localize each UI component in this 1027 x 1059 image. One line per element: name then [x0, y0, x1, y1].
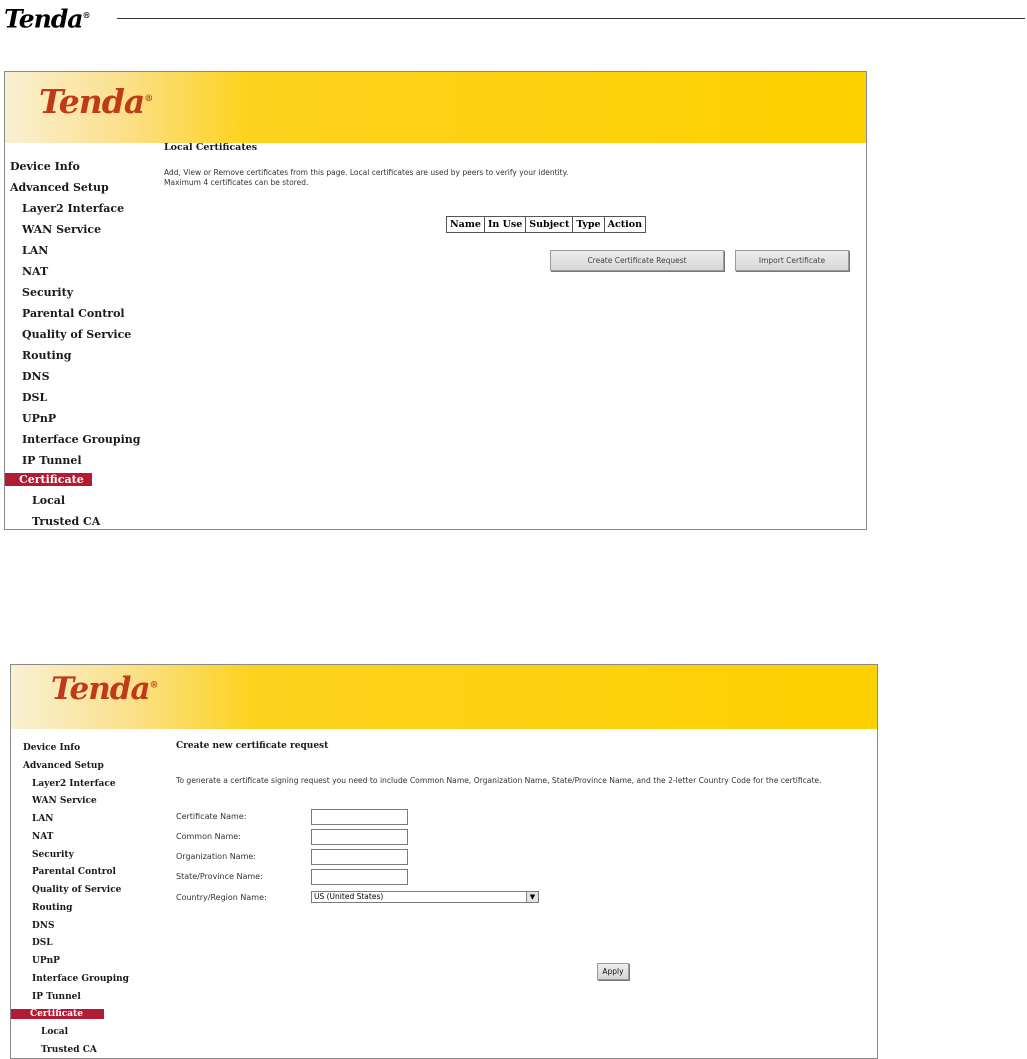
nav-trusted-ca[interactable]: Trusted CA: [41, 1045, 97, 1055]
nav-quality-of-service[interactable]: Quality of Service: [32, 885, 121, 895]
nav-local[interactable]: Local: [41, 1027, 68, 1037]
nav-certificate[interactable]: Certificate: [5, 473, 92, 486]
nav-certificate[interactable]: Certificate: [11, 1009, 104, 1019]
import-certificate-button[interactable]: Import Certificate: [735, 250, 849, 271]
create-certificate-request-button[interactable]: Create Certificate Request: [550, 250, 724, 271]
nav-nat[interactable]: NAT: [22, 265, 48, 278]
screenshot-create-certificate-request: Tenda® Device Info Advanced Setup Layer2…: [10, 664, 878, 1059]
sidebar-nav: Device Info Advanced Setup Layer2 Interf…: [5, 143, 158, 529]
nav-layer2-interface[interactable]: Layer2 Interface: [22, 202, 124, 215]
common-name-label: Common Name:: [176, 832, 241, 841]
top-banner: Tenda®: [5, 72, 866, 143]
state-province-name-input[interactable]: [311, 869, 408, 885]
nav-ip-tunnel[interactable]: IP Tunnel: [32, 992, 81, 1002]
col-action: Action: [603, 216, 647, 233]
nav-lan[interactable]: LAN: [22, 244, 48, 257]
nav-wan-service[interactable]: WAN Service: [22, 223, 101, 236]
nav-upnp[interactable]: UPnP: [32, 956, 60, 966]
nav-local[interactable]: Local: [32, 494, 65, 507]
state-province-name-label: State/Province Name:: [176, 872, 263, 881]
nav-dsl[interactable]: DSL: [22, 391, 47, 404]
nav-routing[interactable]: Routing: [32, 903, 72, 913]
nav-advanced-setup[interactable]: Advanced Setup: [23, 761, 104, 771]
chevron-down-icon[interactable]: ▼: [526, 892, 538, 902]
organization-name-input[interactable]: [311, 849, 408, 865]
nav-trusted-ca[interactable]: Trusted CA: [32, 515, 100, 528]
certificate-name-label: Certificate Name:: [176, 812, 247, 821]
col-name: Name: [446, 216, 485, 233]
sidebar-nav: Device Info Advanced Setup Layer2 Interf…: [11, 729, 147, 1058]
nav-parental-control[interactable]: Parental Control: [22, 307, 125, 320]
nav-dsl[interactable]: DSL: [32, 938, 53, 948]
nav-interface-grouping[interactable]: Interface Grouping: [22, 433, 141, 446]
col-subject: Subject: [525, 216, 574, 233]
nav-layer2-interface[interactable]: Layer2 Interface: [32, 779, 116, 789]
table-header-row: Name In Use Subject Type Action: [446, 216, 647, 233]
nav-wan-service[interactable]: WAN Service: [32, 796, 97, 806]
nav-device-info[interactable]: Device Info: [10, 160, 80, 173]
brand-logo: Tenda®: [39, 82, 153, 121]
page-title: Local Certificates: [164, 142, 258, 153]
brand-logo: Tenda®: [51, 671, 159, 707]
country-region-name-label: Country/Region Name:: [176, 893, 267, 902]
nav-security[interactable]: Security: [22, 286, 73, 299]
nav-security[interactable]: Security: [32, 850, 74, 860]
header-rule: [117, 18, 1025, 19]
common-name-input[interactable]: [311, 829, 408, 845]
col-in-use: In Use: [483, 216, 527, 233]
description: To generate a certificate signing reques…: [176, 776, 822, 785]
certificate-name-input[interactable]: [311, 809, 408, 825]
description-line-1: Add, View or Remove certificates from th…: [164, 168, 569, 177]
country-region-select[interactable]: US (United States) ▼: [311, 891, 539, 903]
nav-ip-tunnel[interactable]: IP Tunnel: [22, 454, 82, 467]
main-content: Create new certificate request To genera…: [147, 729, 877, 1058]
col-type: Type: [572, 216, 605, 233]
nav-dns[interactable]: DNS: [32, 921, 55, 931]
nav-routing[interactable]: Routing: [22, 349, 71, 362]
nav-interface-grouping[interactable]: Interface Grouping: [32, 974, 129, 984]
organization-name-label: Organization Name:: [176, 852, 256, 861]
screenshot-local-certificates: Tenda® Device Info Advanced Setup Layer2…: [4, 71, 867, 530]
certificate-table: Name In Use Subject Type Action: [446, 216, 647, 233]
document-header: Tenda®: [0, 0, 1027, 33]
nav-lan[interactable]: LAN: [32, 814, 54, 824]
page-title: Create new certificate request: [176, 741, 329, 751]
main-content: Local Certificates Add, View or Remove c…: [158, 142, 866, 529]
doc-logo: Tenda®: [4, 4, 91, 34]
nav-parental-control[interactable]: Parental Control: [32, 867, 116, 877]
country-region-value: US (United States): [314, 892, 384, 901]
nav-dns[interactable]: DNS: [22, 370, 50, 383]
nav-device-info[interactable]: Device Info: [23, 743, 80, 753]
apply-button[interactable]: Apply: [597, 963, 629, 980]
top-banner: Tenda®: [11, 665, 877, 729]
nav-nat[interactable]: NAT: [32, 832, 53, 842]
nav-advanced-setup[interactable]: Advanced Setup: [10, 181, 109, 194]
description-line-2: Maximum 4 certificates can be stored.: [164, 178, 309, 187]
nav-quality-of-service[interactable]: Quality of Service: [22, 328, 131, 341]
nav-upnp[interactable]: UPnP: [22, 412, 56, 425]
